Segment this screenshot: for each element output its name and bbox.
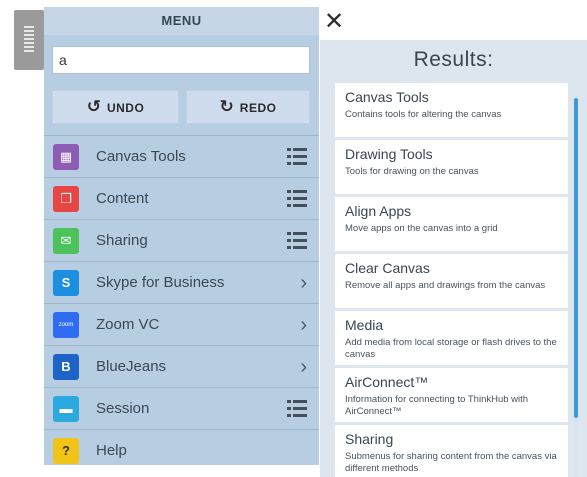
menu-item[interactable]: ▦ Canvas Tools — [44, 135, 319, 177]
drag-handle-icon — [24, 26, 34, 52]
menu-title: MENU — [44, 7, 319, 35]
undo-label: UNDO — [106, 100, 145, 115]
result-item[interactable]: Clear Canvas Remove all apps and drawings… — [335, 254, 568, 308]
redo-icon: ↻ — [219, 96, 234, 116]
result-description: Submenus for sharing content from the ca… — [345, 451, 557, 474]
result-item[interactable]: AirConnect™ Information for connecting to… — [335, 368, 568, 422]
session-icon: ▬ — [53, 396, 79, 422]
menu-panel: MENU a ↺ UNDO ↻ REDO ▦ Canvas Tools ❐ Content… — [44, 7, 319, 465]
result-description: Move apps on the canvas into a grid — [345, 223, 498, 234]
menu-item[interactable]: zoom Zoom VC › — [44, 303, 319, 345]
chevron-right-icon[interactable]: › — [300, 262, 307, 304]
canvas-tools-icon: ▦ — [53, 144, 79, 170]
result-description: Contains tools for altering the canvas — [345, 109, 502, 120]
result-item[interactable]: Sharing Submenus for sharing content from… — [335, 425, 568, 477]
result-item[interactable]: Media Add media from local storage or fla… — [335, 311, 568, 365]
result-item[interactable]: Drawing Tools Tools for drawing on the ca… — [335, 140, 568, 194]
menu-item-label: Zoom VC — [96, 316, 160, 333]
result-title: Align Apps — [345, 203, 412, 219]
bluejeans-icon: B — [53, 354, 79, 380]
menu-item[interactable]: ❐ Content — [44, 177, 319, 219]
menu-item-label: Canvas Tools — [96, 148, 186, 165]
result-item[interactable]: Canvas Tools Contains tools for altering … — [335, 83, 568, 137]
result-description: Remove all apps and drawings from the ca… — [345, 280, 546, 291]
results-scrollbar[interactable] — [574, 98, 578, 418]
results-panel: Results: Canvas Tools Contains tools for … — [320, 40, 587, 477]
results-title: Results: — [413, 48, 494, 71]
chevron-right-icon[interactable]: › — [300, 304, 307, 346]
redo-label: REDO — [239, 100, 277, 115]
close-icon[interactable]: ✕ — [322, 10, 346, 34]
redo-button[interactable]: ↻ REDO — [186, 90, 310, 124]
result-title: Canvas Tools — [345, 89, 429, 105]
help-icon: ? — [53, 438, 79, 464]
result-title: Clear Canvas — [345, 260, 430, 276]
list-icon[interactable] — [287, 400, 307, 418]
result-item[interactable]: Align Apps Move apps on the canvas into a… — [335, 197, 568, 251]
menu-item-label: Sharing — [96, 232, 148, 249]
menu-item-label: Session — [96, 400, 150, 417]
menu-item-label: Content — [96, 190, 149, 207]
chevron-right-icon[interactable]: › — [300, 346, 307, 388]
sharing-icon: ✉ — [53, 228, 79, 254]
menu-item[interactable]: B BlueJeans › — [44, 345, 319, 387]
undo-icon: ↺ — [86, 96, 101, 116]
result-title: AirConnect™ — [345, 374, 429, 390]
list-icon[interactable] — [287, 148, 307, 166]
result-description: Add media from local storage or flash dr… — [345, 337, 557, 360]
skype-icon: S — [53, 270, 79, 296]
menu-item-label: Skype for Business — [96, 274, 225, 291]
result-description: Information for connecting to ThinkHub w… — [345, 394, 529, 417]
zoom-icon: zoom — [53, 312, 79, 338]
list-icon[interactable] — [287, 190, 307, 208]
menu-item-label: Help — [96, 442, 127, 459]
undo-button[interactable]: ↺ UNDO — [52, 90, 179, 124]
result-title: Drawing Tools — [345, 146, 433, 162]
result-description: Tools for drawing on the canvas — [345, 166, 479, 177]
menu-item[interactable]: ▬ Session — [44, 387, 319, 429]
result-title: Sharing — [345, 431, 394, 447]
result-title: Media — [345, 317, 384, 333]
drag-handle[interactable] — [14, 10, 44, 70]
content-icon: ❐ — [53, 186, 79, 212]
list-icon[interactable] — [287, 232, 307, 250]
search-input[interactable]: a — [52, 46, 310, 74]
menu-item[interactable]: ? Help — [44, 429, 319, 471]
menu-item[interactable]: ✉ Sharing — [44, 219, 319, 261]
menu-item[interactable]: S Skype for Business › — [44, 261, 319, 303]
menu-item-label: BlueJeans — [96, 358, 167, 375]
